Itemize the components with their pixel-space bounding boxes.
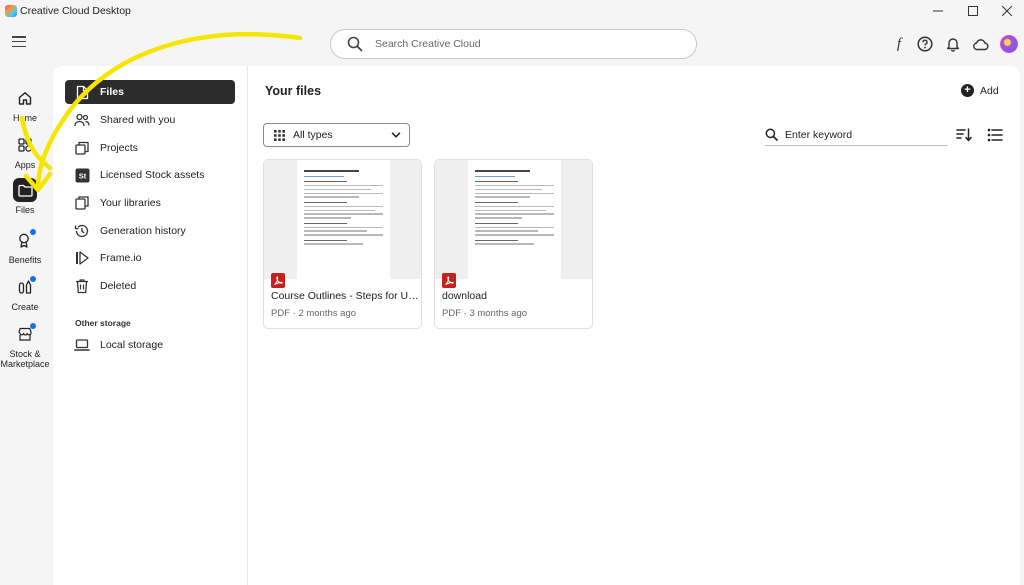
avatar[interactable] bbox=[1000, 35, 1018, 53]
add-button[interactable]: + Add bbox=[961, 84, 999, 97]
subnav-item-deleted[interactable]: Deleted bbox=[65, 274, 235, 298]
list-view-icon[interactable] bbox=[987, 127, 1003, 143]
create-icon bbox=[13, 275, 37, 299]
subnav-item-shared[interactable]: Shared with you bbox=[65, 108, 235, 132]
subnav-item-generation-history[interactable]: Generation history bbox=[65, 219, 235, 243]
subnav-item-files[interactable]: Files bbox=[65, 80, 235, 104]
cloud-icon[interactable] bbox=[971, 35, 989, 53]
rail-item-home[interactable]: Home bbox=[0, 86, 50, 123]
subnav-label: Generation history bbox=[100, 225, 186, 237]
subnav-item-projects[interactable]: Projects bbox=[65, 136, 235, 160]
sort-icon[interactable] bbox=[956, 127, 972, 143]
file-thumbnail bbox=[264, 160, 421, 279]
shared-icon bbox=[74, 112, 90, 128]
fonts-icon[interactable]: f bbox=[890, 35, 908, 53]
file-type-dropdown[interactable]: All types bbox=[263, 123, 410, 147]
stock-icon bbox=[13, 322, 37, 346]
bell-icon[interactable] bbox=[944, 35, 962, 53]
rail-item-benefits[interactable]: Benefits bbox=[0, 228, 50, 265]
libraries-icon bbox=[74, 195, 90, 211]
subnav-label: Deleted bbox=[100, 280, 137, 292]
subnav-item-frameio[interactable]: Frame.io bbox=[65, 246, 235, 270]
laptop-icon bbox=[74, 337, 90, 353]
file-meta: PDF · 3 months ago bbox=[442, 308, 528, 319]
subnav-item-local-storage[interactable]: Local storage bbox=[65, 333, 235, 357]
subnav-item-licensed-stock[interactable]: St Licensed Stock assets bbox=[65, 163, 235, 187]
history-icon bbox=[74, 223, 90, 239]
search-input[interactable] bbox=[375, 38, 655, 50]
rail-label-stock: Stock & bbox=[9, 349, 41, 359]
trash-icon bbox=[74, 278, 90, 294]
creative-cloud-logo-icon bbox=[5, 5, 17, 17]
stock-st-icon: St bbox=[74, 167, 90, 183]
rail-label-files: Files bbox=[15, 205, 35, 215]
subnav-label: Files bbox=[100, 86, 124, 98]
plus-icon: + bbox=[961, 84, 974, 97]
frameio-icon bbox=[74, 250, 90, 266]
benefits-icon bbox=[13, 228, 37, 252]
notification-badge bbox=[30, 276, 36, 282]
svg-text:St: St bbox=[78, 171, 86, 180]
search-icon bbox=[765, 128, 778, 141]
close-button[interactable] bbox=[992, 2, 1022, 20]
file-card[interactable]: Course Outlines - Steps for Upd... PDF ·… bbox=[263, 159, 422, 329]
grid-icon bbox=[274, 129, 285, 141]
page-title: Your files bbox=[265, 84, 322, 98]
minimize-button[interactable] bbox=[923, 2, 953, 20]
subnav-label: Shared with you bbox=[100, 114, 176, 126]
file-type-value: All types bbox=[293, 129, 333, 141]
subnav-label: Your libraries bbox=[100, 197, 161, 209]
subnav-label: Local storage bbox=[100, 339, 164, 351]
file-meta: PDF · 2 months ago bbox=[271, 308, 357, 319]
rail-item-files[interactable]: Files bbox=[0, 178, 50, 215]
maximize-button[interactable] bbox=[958, 2, 988, 20]
window-title: Creative Cloud Desktop bbox=[20, 5, 131, 17]
subnav-label: Licensed Stock assets bbox=[100, 169, 205, 181]
notification-badge bbox=[30, 229, 36, 235]
file-card[interactable]: download PDF · 3 months ago bbox=[434, 159, 593, 329]
subnav-label: Frame.io bbox=[100, 252, 142, 264]
rail-item-create[interactable]: Create bbox=[0, 275, 50, 312]
rail-item-stock-marketplace[interactable]: Stock & Marketplace bbox=[0, 322, 50, 369]
help-icon[interactable] bbox=[916, 35, 934, 53]
notification-badge bbox=[30, 323, 36, 329]
add-label: Add bbox=[980, 84, 999, 97]
pdf-icon bbox=[271, 273, 285, 288]
keyword-input[interactable] bbox=[785, 128, 935, 141]
file-name: Course Outlines - Steps for Upd... bbox=[271, 290, 419, 302]
apps-icon bbox=[13, 133, 37, 157]
chevron-down-icon bbox=[391, 132, 401, 138]
rail-label-benefits: Benefits bbox=[8, 255, 42, 265]
main-panel: Files Shared with you Projects St Licens… bbox=[53, 66, 1020, 585]
projects-icon bbox=[74, 140, 90, 156]
file-thumbnail bbox=[435, 160, 592, 279]
folder-icon bbox=[13, 178, 37, 202]
subnav-label: Projects bbox=[100, 142, 138, 154]
search-bar[interactable] bbox=[330, 29, 697, 59]
other-storage-heading: Other storage bbox=[75, 318, 131, 328]
rail-label-create: Create bbox=[11, 302, 39, 312]
rail-item-apps[interactable]: Apps bbox=[0, 133, 50, 170]
rail-label-marketplace: Marketplace bbox=[0, 359, 50, 369]
file-name: download bbox=[442, 290, 487, 302]
title-bar: Creative Cloud Desktop bbox=[0, 0, 1024, 22]
keyword-search[interactable] bbox=[765, 124, 948, 146]
home-icon bbox=[13, 86, 37, 110]
search-icon bbox=[347, 36, 363, 52]
rail-label-home: Home bbox=[12, 113, 37, 123]
rail-label-apps: Apps bbox=[14, 160, 36, 170]
files-content: Your files + Add All types Enter keyword… bbox=[249, 66, 1020, 585]
files-subnav: Files Shared with you Projects St Licens… bbox=[53, 66, 248, 585]
file-icon bbox=[74, 84, 90, 100]
menu-icon[interactable] bbox=[12, 36, 26, 48]
pdf-icon bbox=[442, 273, 456, 288]
subnav-item-libraries[interactable]: Your libraries bbox=[65, 191, 235, 215]
